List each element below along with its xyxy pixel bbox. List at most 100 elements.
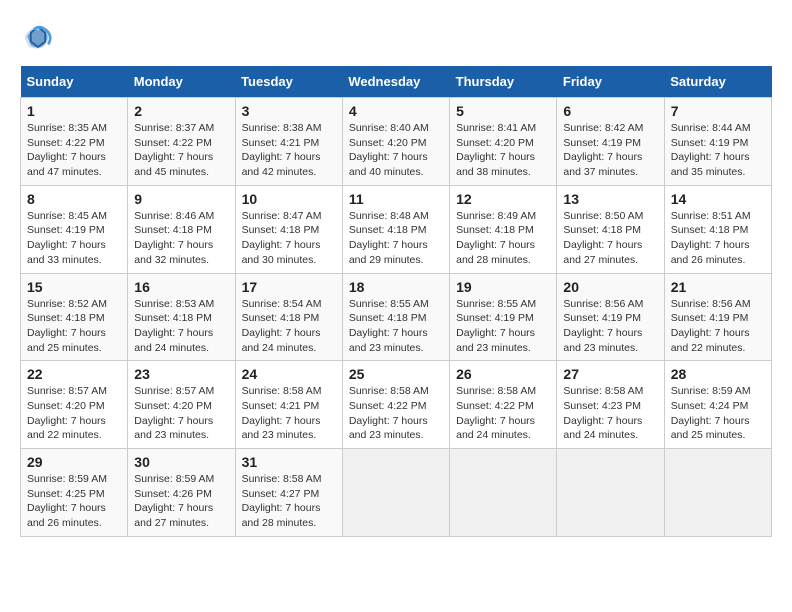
weekday-header-saturday: Saturday [664,66,771,98]
calendar-cell: 25 Sunrise: 8:58 AMSunset: 4:22 PMDaylig… [342,361,449,449]
day-number: 5 [456,103,550,119]
calendar-cell: 2 Sunrise: 8:37 AMSunset: 4:22 PMDayligh… [128,98,235,186]
day-number: 23 [134,366,228,382]
weekday-header-wednesday: Wednesday [342,66,449,98]
day-info: Sunrise: 8:40 AMSunset: 4:20 PMDaylight:… [349,121,443,180]
calendar-cell: 31 Sunrise: 8:58 AMSunset: 4:27 PMDaylig… [235,449,342,537]
calendar-cell [450,449,557,537]
day-info: Sunrise: 8:45 AMSunset: 4:19 PMDaylight:… [27,209,121,268]
calendar-cell: 21 Sunrise: 8:56 AMSunset: 4:19 PMDaylig… [664,273,771,361]
calendar-cell: 10 Sunrise: 8:47 AMSunset: 4:18 PMDaylig… [235,185,342,273]
day-number: 20 [563,279,657,295]
day-info: Sunrise: 8:59 AMSunset: 4:26 PMDaylight:… [134,472,228,531]
day-info: Sunrise: 8:53 AMSunset: 4:18 PMDaylight:… [134,297,228,356]
day-info: Sunrise: 8:54 AMSunset: 4:18 PMDaylight:… [242,297,336,356]
day-number: 27 [563,366,657,382]
day-number: 19 [456,279,550,295]
calendar-cell: 19 Sunrise: 8:55 AMSunset: 4:19 PMDaylig… [450,273,557,361]
day-number: 29 [27,454,121,470]
calendar-week-1: 1 Sunrise: 8:35 AMSunset: 4:22 PMDayligh… [21,98,772,186]
calendar-cell: 17 Sunrise: 8:54 AMSunset: 4:18 PMDaylig… [235,273,342,361]
day-number: 17 [242,279,336,295]
day-info: Sunrise: 8:58 AMSunset: 4:27 PMDaylight:… [242,472,336,531]
day-number: 21 [671,279,765,295]
day-number: 26 [456,366,550,382]
day-number: 2 [134,103,228,119]
day-info: Sunrise: 8:46 AMSunset: 4:18 PMDaylight:… [134,209,228,268]
calendar-cell: 6 Sunrise: 8:42 AMSunset: 4:19 PMDayligh… [557,98,664,186]
weekday-header-thursday: Thursday [450,66,557,98]
day-number: 24 [242,366,336,382]
calendar-cell: 7 Sunrise: 8:44 AMSunset: 4:19 PMDayligh… [664,98,771,186]
calendar-cell: 3 Sunrise: 8:38 AMSunset: 4:21 PMDayligh… [235,98,342,186]
day-number: 25 [349,366,443,382]
day-number: 14 [671,191,765,207]
calendar-cell: 28 Sunrise: 8:59 AMSunset: 4:24 PMDaylig… [664,361,771,449]
logo-icon [20,20,56,56]
calendar-cell: 16 Sunrise: 8:53 AMSunset: 4:18 PMDaylig… [128,273,235,361]
day-info: Sunrise: 8:58 AMSunset: 4:22 PMDaylight:… [349,384,443,443]
day-info: Sunrise: 8:51 AMSunset: 4:18 PMDaylight:… [671,209,765,268]
day-info: Sunrise: 8:58 AMSunset: 4:23 PMDaylight:… [563,384,657,443]
day-info: Sunrise: 8:56 AMSunset: 4:19 PMDaylight:… [671,297,765,356]
calendar-week-4: 22 Sunrise: 8:57 AMSunset: 4:20 PMDaylig… [21,361,772,449]
calendar-cell [664,449,771,537]
weekday-header-friday: Friday [557,66,664,98]
logo [20,20,60,56]
day-info: Sunrise: 8:49 AMSunset: 4:18 PMDaylight:… [456,209,550,268]
weekday-header-tuesday: Tuesday [235,66,342,98]
day-info: Sunrise: 8:58 AMSunset: 4:22 PMDaylight:… [456,384,550,443]
day-number: 13 [563,191,657,207]
day-number: 1 [27,103,121,119]
day-number: 11 [349,191,443,207]
calendar-cell: 23 Sunrise: 8:57 AMSunset: 4:20 PMDaylig… [128,361,235,449]
day-info: Sunrise: 8:38 AMSunset: 4:21 PMDaylight:… [242,121,336,180]
calendar-cell [557,449,664,537]
calendar-cell: 15 Sunrise: 8:52 AMSunset: 4:18 PMDaylig… [21,273,128,361]
day-info: Sunrise: 8:57 AMSunset: 4:20 PMDaylight:… [27,384,121,443]
calendar-table: SundayMondayTuesdayWednesdayThursdayFrid… [20,66,772,537]
day-info: Sunrise: 8:57 AMSunset: 4:20 PMDaylight:… [134,384,228,443]
day-number: 16 [134,279,228,295]
day-info: Sunrise: 8:48 AMSunset: 4:18 PMDaylight:… [349,209,443,268]
day-number: 6 [563,103,657,119]
calendar-cell: 20 Sunrise: 8:56 AMSunset: 4:19 PMDaylig… [557,273,664,361]
calendar-cell [342,449,449,537]
calendar-week-3: 15 Sunrise: 8:52 AMSunset: 4:18 PMDaylig… [21,273,772,361]
day-number: 18 [349,279,443,295]
day-number: 3 [242,103,336,119]
weekday-header-sunday: Sunday [21,66,128,98]
day-number: 10 [242,191,336,207]
day-number: 9 [134,191,228,207]
day-number: 12 [456,191,550,207]
calendar-cell: 26 Sunrise: 8:58 AMSunset: 4:22 PMDaylig… [450,361,557,449]
calendar-cell: 8 Sunrise: 8:45 AMSunset: 4:19 PMDayligh… [21,185,128,273]
calendar-cell: 18 Sunrise: 8:55 AMSunset: 4:18 PMDaylig… [342,273,449,361]
weekday-header-monday: Monday [128,66,235,98]
day-info: Sunrise: 8:52 AMSunset: 4:18 PMDaylight:… [27,297,121,356]
day-info: Sunrise: 8:50 AMSunset: 4:18 PMDaylight:… [563,209,657,268]
day-number: 31 [242,454,336,470]
weekday-header-row: SundayMondayTuesdayWednesdayThursdayFrid… [21,66,772,98]
calendar-cell: 24 Sunrise: 8:58 AMSunset: 4:21 PMDaylig… [235,361,342,449]
day-number: 30 [134,454,228,470]
day-info: Sunrise: 8:55 AMSunset: 4:18 PMDaylight:… [349,297,443,356]
day-number: 8 [27,191,121,207]
calendar-cell: 9 Sunrise: 8:46 AMSunset: 4:18 PMDayligh… [128,185,235,273]
calendar-cell: 5 Sunrise: 8:41 AMSunset: 4:20 PMDayligh… [450,98,557,186]
day-number: 7 [671,103,765,119]
day-number: 22 [27,366,121,382]
day-info: Sunrise: 8:58 AMSunset: 4:21 PMDaylight:… [242,384,336,443]
day-number: 28 [671,366,765,382]
page-header [20,20,772,56]
day-info: Sunrise: 8:37 AMSunset: 4:22 PMDaylight:… [134,121,228,180]
day-info: Sunrise: 8:41 AMSunset: 4:20 PMDaylight:… [456,121,550,180]
day-info: Sunrise: 8:55 AMSunset: 4:19 PMDaylight:… [456,297,550,356]
day-info: Sunrise: 8:42 AMSunset: 4:19 PMDaylight:… [563,121,657,180]
calendar-cell: 1 Sunrise: 8:35 AMSunset: 4:22 PMDayligh… [21,98,128,186]
day-info: Sunrise: 8:44 AMSunset: 4:19 PMDaylight:… [671,121,765,180]
calendar-cell: 27 Sunrise: 8:58 AMSunset: 4:23 PMDaylig… [557,361,664,449]
day-number: 15 [27,279,121,295]
calendar-week-2: 8 Sunrise: 8:45 AMSunset: 4:19 PMDayligh… [21,185,772,273]
day-info: Sunrise: 8:59 AMSunset: 4:25 PMDaylight:… [27,472,121,531]
